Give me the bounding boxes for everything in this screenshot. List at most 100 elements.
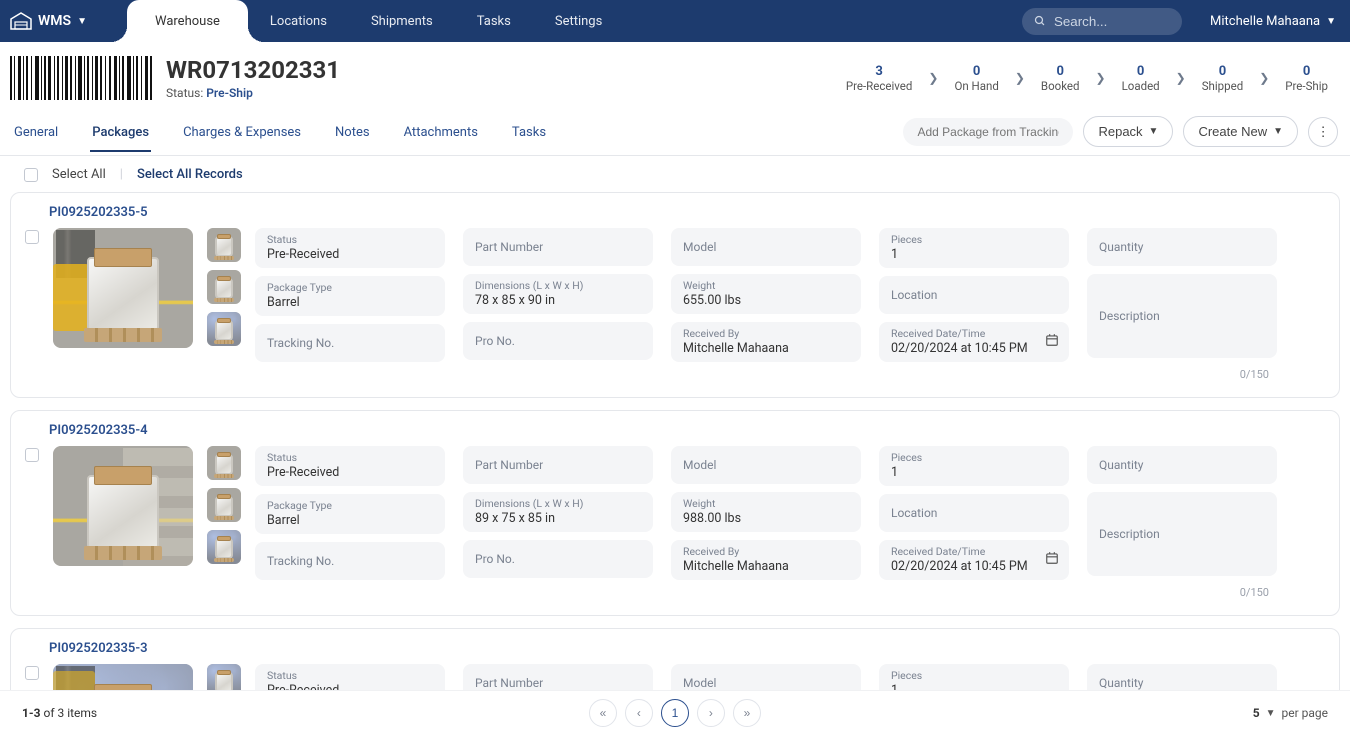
tab-warehouse[interactable]: Warehouse: [127, 0, 248, 42]
thumbnail[interactable]: [207, 270, 241, 304]
add-tracking-input[interactable]: [903, 118, 1073, 146]
model-field[interactable]: Model: [671, 228, 861, 266]
pro-no-field[interactable]: Pro No.: [463, 540, 653, 578]
brand[interactable]: WMS ▼: [10, 12, 87, 30]
package-id[interactable]: PI0925202335-5: [49, 205, 1323, 220]
tracking-field[interactable]: Tracking No.: [255, 324, 445, 362]
package-type-field[interactable]: Package TypeBarrel: [255, 276, 445, 316]
pager-last[interactable]: »: [733, 699, 761, 727]
subtabs: General Packages Charges & Expenses Note…: [12, 119, 548, 152]
dimensions-field[interactable]: Dimensions (L x W x H)89 x 75 x 85 in: [463, 492, 653, 532]
status-field[interactable]: StatusPre-Received: [255, 228, 445, 268]
subtab-notes[interactable]: Notes: [333, 119, 372, 152]
package-id[interactable]: PI0925202335-3: [49, 641, 1323, 656]
pager-first[interactable]: «: [589, 699, 617, 727]
received-date-field[interactable]: Received Date/Time02/20/2024 at 10:45 PM: [879, 322, 1069, 362]
pieces-field[interactable]: Pieces1: [879, 446, 1069, 486]
description-field[interactable]: Description: [1087, 274, 1277, 358]
subtab-packages[interactable]: Packages: [90, 119, 151, 152]
thumbnail[interactable]: [207, 312, 241, 346]
step-booked[interactable]: 0 Booked: [1041, 64, 1080, 93]
search-icon: [1034, 14, 1046, 28]
pager-prev[interactable]: ‹: [625, 699, 653, 727]
weight-field[interactable]: Weight655.00 lbs: [671, 274, 861, 314]
received-date-field[interactable]: Received Date/Time02/20/2024 at 10:45 PM: [879, 540, 1069, 580]
location-field[interactable]: Location: [879, 276, 1069, 314]
package-checkbox[interactable]: [25, 448, 39, 462]
received-by-field[interactable]: Received ByMitchelle Mahaana: [671, 540, 861, 580]
chevron-down-icon: ▼: [1273, 126, 1283, 137]
quantity-field[interactable]: Quantity: [1087, 664, 1277, 690]
step-on-hand[interactable]: 0 On Hand: [954, 64, 998, 93]
tab-settings[interactable]: Settings: [533, 0, 624, 42]
step-loaded[interactable]: 0 Loaded: [1122, 64, 1160, 93]
quantity-field[interactable]: Quantity: [1087, 228, 1277, 266]
subtab-label: Notes: [335, 125, 370, 140]
thumbnail[interactable]: [207, 530, 241, 564]
per-page[interactable]: 5 ▼ per page: [1253, 706, 1328, 720]
model-field[interactable]: Model: [671, 446, 861, 484]
pieces-field[interactable]: Pieces1: [879, 664, 1069, 690]
chevron-down-icon: ▼: [1326, 16, 1336, 27]
calendar-icon[interactable]: [1045, 551, 1059, 569]
part-number-field[interactable]: Part Number: [463, 228, 653, 266]
package-checkbox[interactable]: [25, 230, 39, 244]
status-value: Pre-Ship: [206, 86, 253, 100]
package-photo[interactable]: [53, 228, 193, 348]
subtab-tasks[interactable]: Tasks: [510, 119, 548, 152]
step-label: Pre-Ship: [1285, 79, 1328, 93]
more-button[interactable]: ⋮: [1308, 117, 1338, 147]
dots-vertical-icon: ⋮: [1316, 124, 1329, 140]
calendar-icon[interactable]: [1045, 333, 1059, 351]
step-label: Pre-Received: [846, 79, 913, 93]
package-type-field[interactable]: Package TypeBarrel: [255, 494, 445, 534]
part-number-field[interactable]: Part Number: [463, 664, 653, 690]
thumbnail[interactable]: [207, 228, 241, 262]
step-pre-received[interactable]: 3 Pre-Received: [846, 64, 913, 93]
select-all-records-link[interactable]: Select All Records: [137, 167, 243, 182]
user-name: Mitchelle Mahaana: [1210, 14, 1320, 29]
search-box[interactable]: [1022, 8, 1182, 35]
pager-page-1[interactable]: 1: [661, 699, 689, 727]
step-pre-ship[interactable]: 0 Pre-Ship: [1285, 64, 1328, 93]
user-menu[interactable]: Mitchelle Mahaana ▼: [1210, 14, 1336, 29]
dimensions-field[interactable]: Dimensions (L x W x H)78 x 85 x 90 in: [463, 274, 653, 314]
quantity-field[interactable]: Quantity: [1087, 446, 1277, 484]
subtab-charges[interactable]: Charges & Expenses: [181, 119, 303, 152]
subtab-general[interactable]: General: [12, 119, 60, 152]
description-field[interactable]: Description: [1087, 492, 1277, 576]
subtab-label: Packages: [92, 125, 149, 140]
thumbnail[interactable]: [207, 664, 241, 690]
search-input[interactable]: [1054, 14, 1170, 29]
pieces-field[interactable]: Pieces1: [879, 228, 1069, 268]
status-field[interactable]: StatusPre-Received: [255, 446, 445, 486]
tab-shipments[interactable]: Shipments: [349, 0, 455, 42]
pro-no-field[interactable]: Pro No.: [463, 322, 653, 360]
part-number-field[interactable]: Part Number: [463, 446, 653, 484]
tab-tasks[interactable]: Tasks: [455, 0, 533, 42]
package-photo[interactable]: [53, 446, 193, 566]
package-id[interactable]: PI0925202335-4: [49, 423, 1323, 438]
thumbnail[interactable]: [207, 446, 241, 480]
thumbnails: [207, 664, 241, 690]
package-checkbox[interactable]: [25, 666, 39, 680]
pager-next[interactable]: ›: [697, 699, 725, 727]
received-by-field[interactable]: Received ByMitchelle Mahaana: [671, 322, 861, 362]
model-field[interactable]: Model: [671, 664, 861, 690]
select-all-checkbox[interactable]: [24, 168, 38, 182]
select-all-link[interactable]: Select All: [52, 167, 106, 182]
status-field[interactable]: StatusPre-Received: [255, 664, 445, 690]
package-photo[interactable]: [53, 664, 193, 690]
subtab-attachments[interactable]: Attachments: [402, 119, 480, 152]
repack-button[interactable]: Repack ▼: [1083, 116, 1173, 147]
tracking-field[interactable]: Tracking No.: [255, 542, 445, 580]
package-list[interactable]: PI0925202335-5 StatusPre-Received Packag…: [0, 192, 1350, 690]
weight-field[interactable]: Weight988.00 lbs: [671, 492, 861, 532]
location-field[interactable]: Location: [879, 494, 1069, 532]
create-new-button[interactable]: Create New ▼: [1183, 116, 1298, 147]
step-shipped[interactable]: 0 Shipped: [1202, 64, 1243, 93]
thumbnail[interactable]: [207, 488, 241, 522]
record-id: WR0713202331: [166, 56, 340, 84]
description-counter: 0/150: [1087, 586, 1277, 599]
package-card: PI0925202335-3 StatusPre-Received Packag…: [10, 628, 1340, 690]
